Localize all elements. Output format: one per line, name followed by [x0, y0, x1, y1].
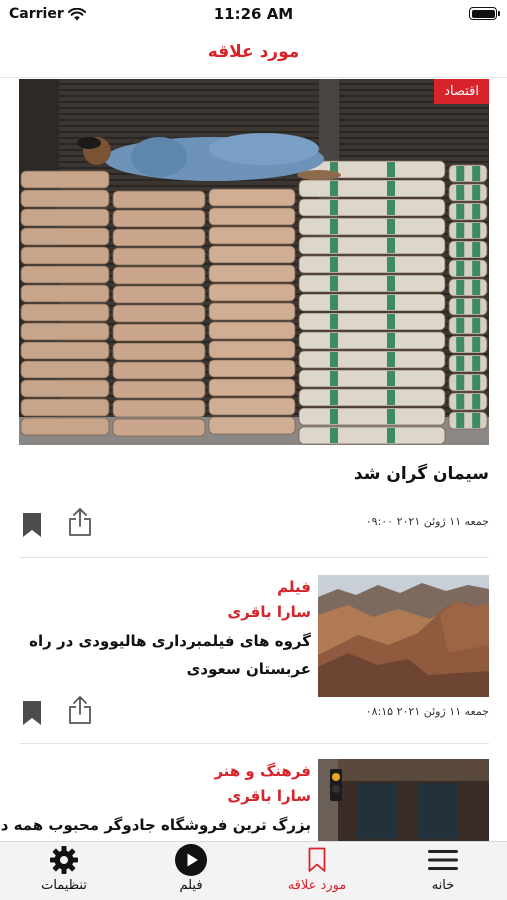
article-feed[interactable]: اقتصاد سیمان گران شد جمعه ۱۱ ژوئن ۲۰۲۱ ۰…	[0, 79, 507, 841]
tab-settings[interactable]: تنظیمات	[9, 842, 119, 900]
tab-favorites[interactable]: مورد علاقه	[262, 842, 372, 900]
article-date: جمعه ۱۱ ژوئن ۲۰۲۱ ۰۸:۱۵	[365, 705, 489, 718]
article-category[interactable]: فیلم	[21, 575, 311, 600]
article-date: جمعه ۱۱ ژوئن ۲۰۲۱ ۰۹:۰۰	[365, 515, 489, 528]
bookmark-button[interactable]	[19, 510, 45, 540]
share-icon	[69, 696, 91, 724]
battery-icon	[469, 7, 500, 20]
tab-label: مورد علاقه	[287, 878, 347, 893]
gear-icon	[50, 846, 78, 874]
hero-article-title[interactable]: سیمان گران شد	[354, 464, 489, 484]
menu-icon	[428, 850, 458, 870]
tab-bar: خانه مورد علاقه فیلم تنظیمات	[0, 841, 507, 900]
desert-photo	[318, 575, 489, 697]
page-title: مورد علاقه	[207, 42, 300, 62]
article-author[interactable]: سارا باقری	[21, 600, 311, 625]
tab-label: تنظیمات	[41, 878, 87, 893]
article-headline[interactable]: بزرگ ترین فروشگاه جادوگر محبوب همه در	[0, 811, 311, 839]
share-button[interactable]	[67, 507, 93, 537]
status-bar: Carrier 11:26 AM	[0, 0, 507, 28]
bookmark-icon	[308, 847, 326, 872]
status-time: 11:26 AM	[213, 5, 294, 23]
category-badge[interactable]: اقتصاد	[434, 79, 489, 104]
article-thumbnail[interactable]	[318, 575, 489, 697]
article-thumbnail[interactable]	[318, 759, 489, 841]
article-headline[interactable]: گروه های فیلمبرداری هالیوودی در راه عربس…	[21, 627, 311, 683]
share-button[interactable]	[67, 695, 93, 725]
tab-video[interactable]: فیلم	[136, 842, 246, 900]
storefront-photo	[318, 759, 489, 841]
play-icon	[175, 844, 207, 876]
article-text[interactable]: فرهنگ و هنر سارا باقری بزرگ ترین فروشگاه…	[0, 759, 311, 839]
bookmark-icon	[23, 513, 41, 537]
divider	[19, 557, 489, 558]
article-author[interactable]: سارا باقری	[21, 784, 311, 809]
share-icon	[69, 508, 91, 536]
hero-article-image[interactable]: اقتصاد	[19, 79, 489, 445]
cement-bags-photo	[19, 79, 489, 445]
tab-label: فیلم	[179, 878, 203, 893]
divider	[19, 743, 489, 744]
article-category[interactable]: فرهنگ و هنر	[21, 759, 311, 784]
tab-label: خانه	[431, 878, 455, 893]
tab-home[interactable]: خانه	[388, 842, 498, 900]
article-text[interactable]: فیلم سارا باقری گروه های فیلمبرداری هالی…	[21, 575, 311, 683]
bookmark-button[interactable]	[19, 698, 45, 728]
navigation-bar: مورد علاقه	[0, 30, 507, 78]
bookmark-icon	[23, 701, 41, 725]
